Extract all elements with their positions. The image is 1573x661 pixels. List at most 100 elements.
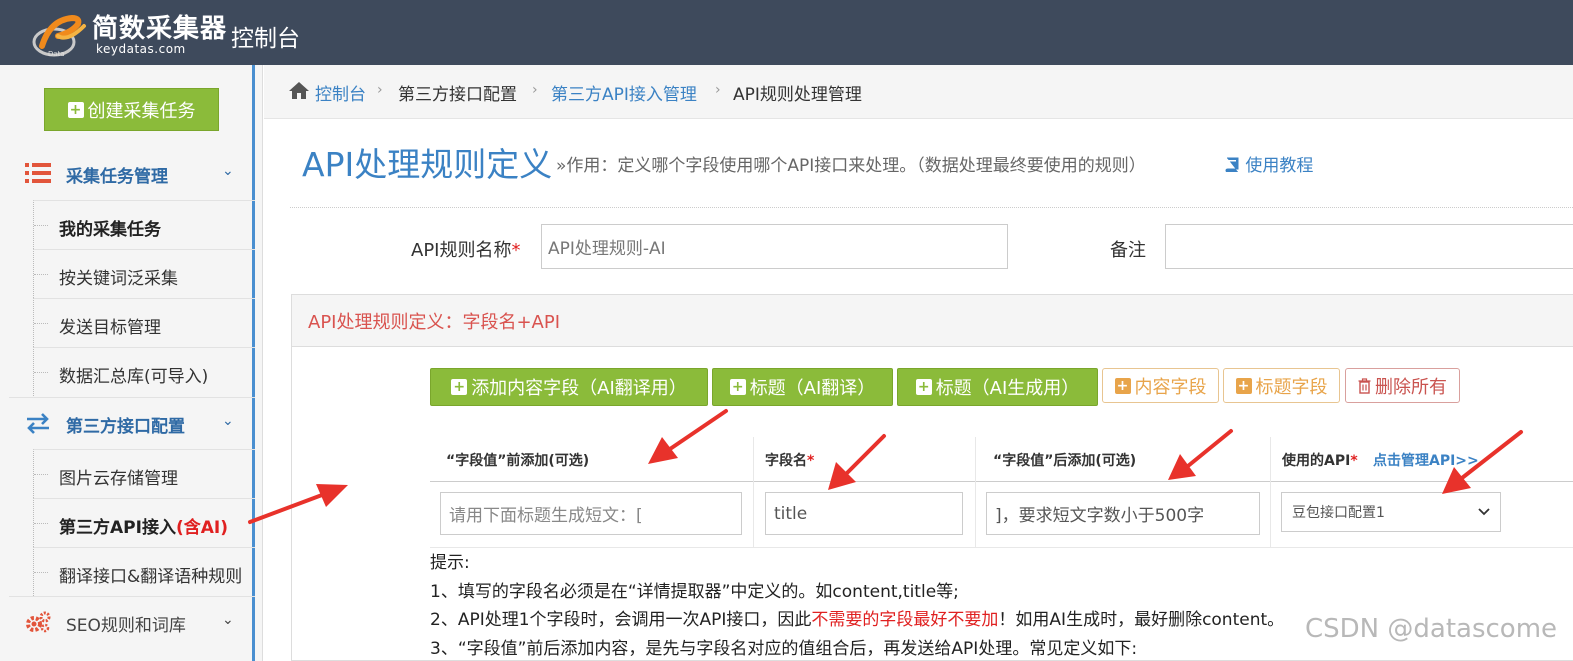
plus-icon: + — [729, 379, 746, 395]
sidebar-item-image-cloud[interactable]: 图片云存储管理 — [33, 449, 255, 498]
breadcrumb: 控制台 › 第三方接口配置 › 第三方API接入管理 › API规则处理管理 — [264, 65, 1573, 119]
sidebar-item-label: 图片云存储管理 — [59, 469, 178, 489]
column-divider — [753, 437, 754, 547]
sidebar: + 创建采集任务 采集任务管理 ⌄ 我的采集任务 按关键词泛采集 发送目标管理 — [0, 65, 263, 661]
suffix-input[interactable]: ]，要求短文字数小于500字 — [986, 492, 1260, 535]
tree-connector — [34, 274, 48, 275]
sidebar-item-label: 数据汇总库(可导入) — [59, 367, 209, 387]
menu-group-seo[interactable]: SEO规则和词库 ⌄ — [9, 596, 255, 646]
tree-connector — [34, 474, 48, 475]
sidebar-item-third-party-api[interactable]: 第三方API接入(含AI) — [33, 498, 255, 547]
logo-mark-icon: Data — [32, 14, 86, 58]
tips-block: 提示: 1、填写的字段名必须是在“详情提取器”中定义的。如content,tit… — [430, 549, 1284, 661]
sidebar-item-keyword-collect[interactable]: 按关键词泛采集 — [33, 249, 255, 298]
gears-icon — [26, 611, 51, 633]
title-field-button[interactable]: + 标题字段 — [1223, 368, 1340, 403]
rule-name-input[interactable]: API处理规则-AI — [541, 224, 1008, 269]
book-icon — [1225, 157, 1239, 173]
plus-icon: + — [67, 101, 84, 118]
breadcrumb-third-party-config: 第三方接口配置 — [398, 85, 517, 105]
add-content-field-button[interactable]: + 添加内容字段（AI翻译用） — [430, 368, 708, 406]
logo-text: 简数采集器 — [92, 14, 228, 44]
rule-name-text: API规则名称 — [411, 240, 512, 261]
tip-line-3: 3、“字段值”前后添加内容，是先与字段名对应的值组合后，再发送给API处理。常见… — [430, 638, 1138, 659]
chevron-down-icon: ⌄ — [222, 163, 234, 179]
plus-icon: + — [915, 379, 932, 395]
api-select[interactable]: 豆包接口配置1 — [1281, 492, 1501, 532]
menu-group-label: 第三方接口配置 — [66, 417, 185, 437]
required-mark: * — [1350, 453, 1358, 469]
create-task-button[interactable]: + 创建采集任务 — [44, 88, 219, 131]
column-header-prefix: “字段值”前添加(可选) — [446, 453, 590, 469]
sidebar-menu: + 创建采集任务 采集任务管理 ⌄ 我的采集任务 按关键词泛采集 发送目标管理 — [9, 65, 255, 661]
tip-line-1: 1、填写的字段名必须是在“详情提取器”中定义的。如content,title等; — [430, 581, 959, 602]
breadcrumb-separator-icon: › — [532, 82, 538, 98]
logo-subtitle: keydatas.com — [96, 42, 186, 56]
page-title: API处理规则定义 — [302, 145, 553, 184]
tree-connector — [34, 523, 48, 524]
tree-connector — [34, 225, 48, 226]
content-field-button[interactable]: + 内容字段 — [1102, 368, 1219, 403]
sidebar-item-label: 发送目标管理 — [59, 318, 161, 338]
field-name-input[interactable]: title — [765, 492, 963, 535]
title-generate-button[interactable]: + 标题（AI生成用） — [897, 368, 1098, 406]
field-table-header: “字段值”前添加(可选) 字段名* “字段值”后添加(可选) 使用的API* 点… — [430, 437, 1573, 482]
title-translate-button[interactable]: + 标题（AI翻译） — [712, 368, 893, 406]
button-label: 添加内容字段（AI翻译用） — [471, 378, 687, 399]
sidebar-item-text: 第三方API接入 — [59, 518, 176, 538]
delete-all-button[interactable]: 删除所有 — [1345, 368, 1460, 403]
breadcrumb-api-manage-link[interactable]: 第三方API接入管理 — [551, 80, 697, 105]
svg-text:Data: Data — [48, 50, 65, 58]
button-label: 标题（AI生成用） — [935, 378, 1080, 399]
api-select-value: 豆包接口配置1 — [1292, 505, 1385, 521]
chevron-down-icon — [1478, 508, 1490, 516]
sidebar-item-label: 第三方API接入(含AI) — [59, 513, 228, 538]
column-header-api-text: 使用的API — [1282, 453, 1351, 469]
tip-text: 2、API处理1个字段时，会调用一次API接口，因此 — [430, 610, 812, 630]
tree-connector — [34, 572, 48, 573]
column-header-api: 使用的API* — [1282, 450, 1358, 470]
chevron-down-icon: ⌄ — [222, 413, 234, 429]
plus-icon: + — [1114, 377, 1131, 394]
tip-warning: 不需要的字段最好不要加 — [811, 610, 999, 630]
panel-title: API处理规则定义：字段名+API — [308, 312, 561, 333]
breadcrumb-separator-icon: › — [715, 82, 721, 98]
prefix-input[interactable]: 请用下面标题生成短文：[ — [440, 492, 742, 535]
chevron-down-icon: ⌄ — [222, 612, 234, 628]
menu-group-task-management[interactable]: 采集任务管理 ⌄ — [9, 148, 255, 198]
breadcrumb-console-link[interactable]: 控制台 — [315, 80, 366, 105]
required-mark: * — [511, 240, 521, 261]
column-divider — [975, 437, 976, 547]
column-divider — [1270, 437, 1271, 547]
trash-icon — [1358, 377, 1371, 394]
sidebar-item-label: 按关键词泛采集 — [59, 269, 178, 289]
sidebar-item-translate-api[interactable]: 翻译接口&翻译语种规则 — [33, 547, 255, 596]
sidebar-item-send-target[interactable]: 发送目标管理 — [33, 298, 255, 347]
manage-api-link[interactable]: 点击管理API>> — [1373, 450, 1479, 470]
column-header-field: 字段名* — [765, 450, 814, 470]
sidebar-item-label: 我的采集任务 — [59, 220, 161, 240]
button-label: 标题（AI翻译） — [749, 378, 876, 399]
button-label: 内容字段 — [1134, 376, 1207, 398]
tip-text: ！如用AI生成时，最好删除content。 — [998, 610, 1285, 630]
button-label: 删除所有 — [1375, 376, 1447, 398]
sidebar-item-data-library[interactable]: 数据汇总库(可导入) — [33, 347, 255, 396]
rule-name-label: API规则名称* — [411, 236, 520, 262]
tip-line-2: 2、API处理1个字段时，会调用一次API接口，因此不需要的字段最好不要加！如用… — [430, 606, 1284, 635]
ai-suffix: (含AI) — [175, 518, 228, 538]
list-icon — [25, 163, 51, 183]
app-logo[interactable]: Data 简数采集器 keydatas.com — [28, 6, 226, 60]
create-task-label: 创建采集任务 — [87, 100, 196, 122]
menu-group-third-party-config[interactable]: 第三方接口配置 ⌄ — [9, 397, 255, 447]
remark-input[interactable] — [1165, 224, 1573, 269]
console-title: 控制台 — [231, 26, 300, 52]
home-icon[interactable] — [288, 81, 310, 100]
sidebar-item-my-tasks[interactable]: 我的采集任务 — [33, 200, 255, 249]
watermark: CSDN @datascome — [1305, 614, 1558, 644]
column-header-field-text: 字段名 — [765, 453, 807, 469]
required-mark: * — [807, 453, 815, 469]
tutorial-link[interactable]: 使用教程 — [1224, 151, 1313, 176]
button-label: 标题字段 — [1255, 376, 1328, 398]
breadcrumb-current: API规则处理管理 — [733, 85, 862, 105]
page-description: »作用：定义哪个字段使用哪个API接口来处理。（数据处理最终要使用的规则） — [556, 156, 1146, 176]
